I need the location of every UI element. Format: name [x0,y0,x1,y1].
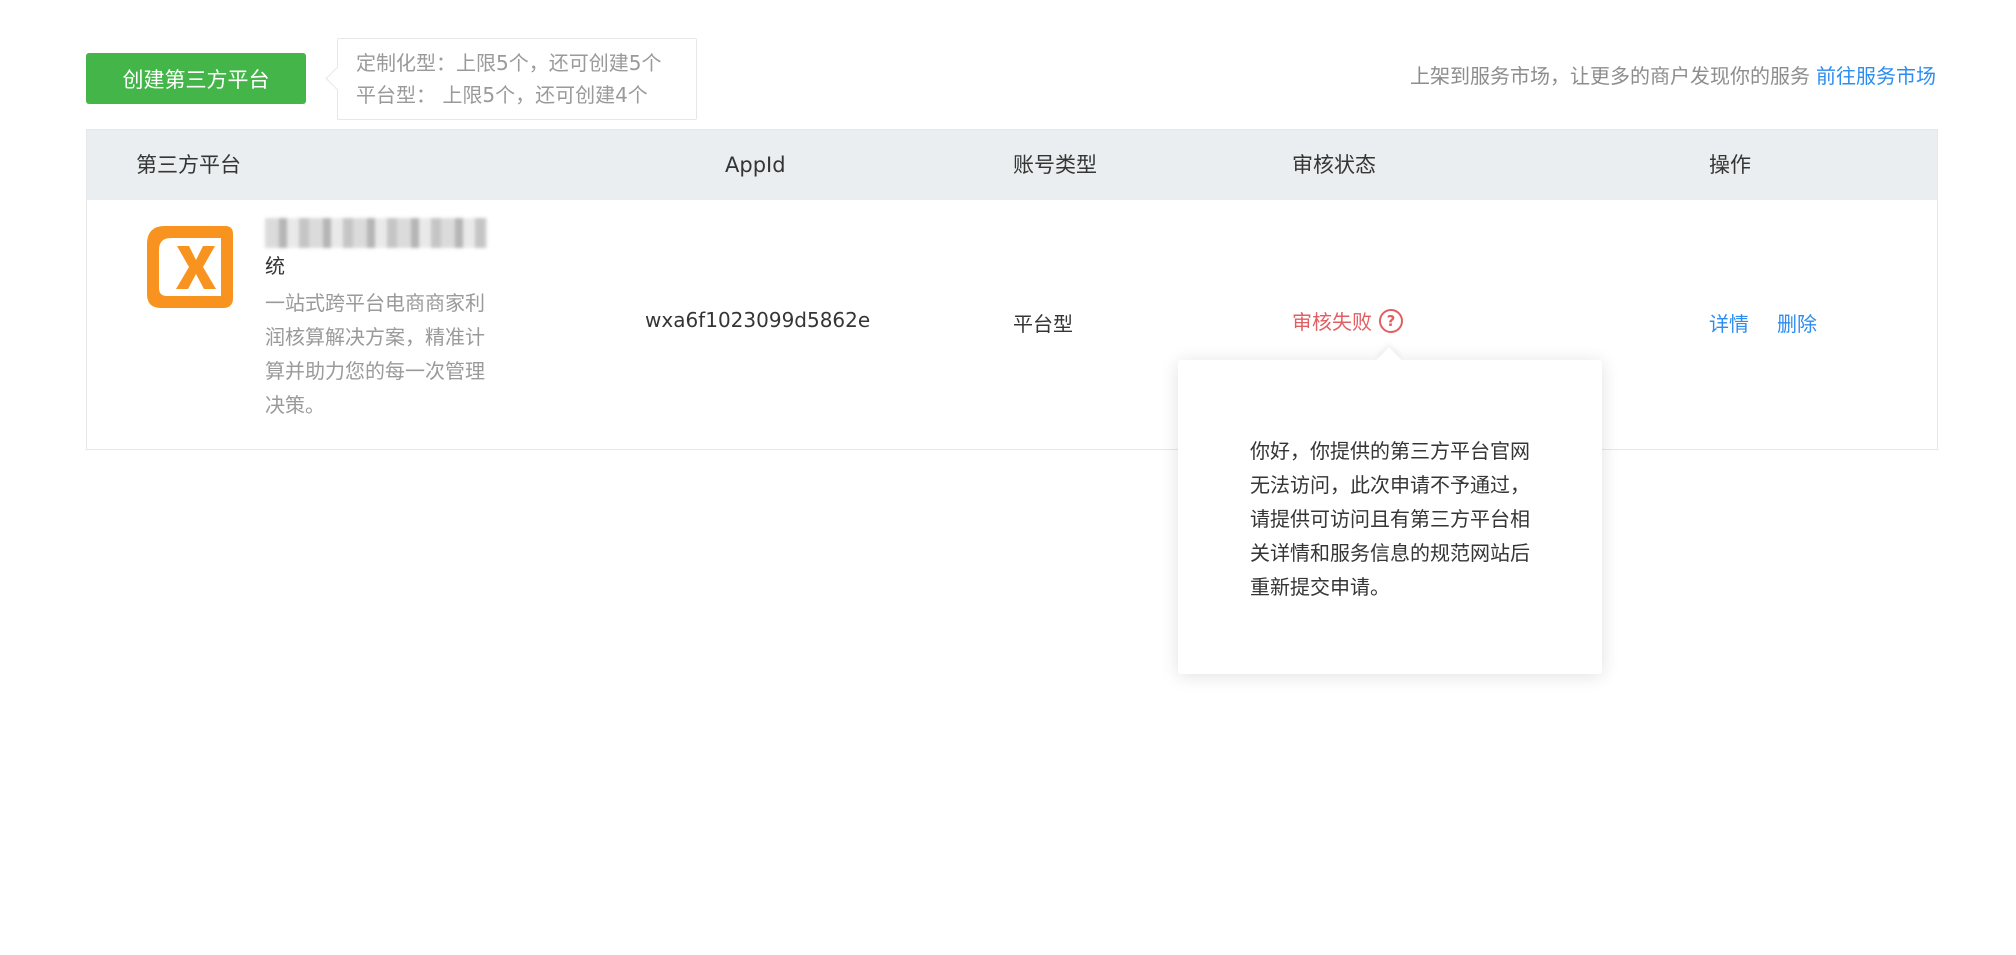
quota-tooltip: 定制化型：上限5个，还可创建5个 平台型： 上限5个，还可创建4个 [337,38,697,120]
header-appid: AppId [725,153,786,177]
table-header: 第三方平台 AppId 账号类型 审核状态 操作 [87,130,1937,200]
rejection-reason-text: 你好，你提供的第三方平台官网无法访问，此次申请不予通过，请提供可访问且有第三方平… [1250,439,1530,599]
header-account-type: 账号类型 [1013,153,1097,177]
header-review-status: 审核状态 [1292,153,1376,177]
market-tip-text: 上架到服务市场，让更多的商户发现你的服务 [1410,64,1810,88]
market-link[interactable]: 前往服务市场 [1816,64,1936,88]
review-status: 审核失败 ? [1292,306,1403,335]
rejection-reason-popover: 你好，你提供的第三方平台官网无法访问，此次申请不予通过，请提供可访问且有第三方平… [1178,360,1602,674]
header-operation: 操作 [1709,153,1751,177]
platform-name-blurred [265,218,487,248]
create-platform-button[interactable]: 创建第三方平台 [86,53,306,104]
delete-link[interactable]: 删除 [1777,308,1817,337]
question-circle-icon[interactable]: ? [1379,308,1403,333]
account-type-value: 平台型 [1013,312,1073,336]
table-row: 统 一站式跨平台电商商家利润核算解决方案，精准计算并助力您的每一次管理决策。 w… [87,200,1937,450]
appid-value: wxa6f1023099d5862e [645,308,871,332]
page: 创建第三方平台 定制化型：上限5个，还可创建5个 平台型： 上限5个，还可创建4… [0,0,2016,955]
platform-table: 第三方平台 AppId 账号类型 审核状态 操作 统 一站式跨平台电商商家利润核… [86,129,1938,450]
market-tip: 上架到服务市场，让更多的商户发现你的服务 前往服务市场 [1410,60,1936,89]
x-logo-icon [141,220,235,314]
detail-link[interactable]: 详情 [1709,308,1749,337]
quota-platform-text: 平台型： 上限5个，还可创建4个 [356,83,648,107]
platform-name-tail: 统 [265,254,285,278]
platform-description: 一站式跨平台电商商家利润核算解决方案，精准计算并助力您的每一次管理决策。 [265,291,485,417]
header-platform: 第三方平台 [136,153,241,177]
quota-custom-text: 定制化型：上限5个，还可创建5个 [356,51,662,75]
review-status-text: 审核失败 [1292,310,1372,334]
